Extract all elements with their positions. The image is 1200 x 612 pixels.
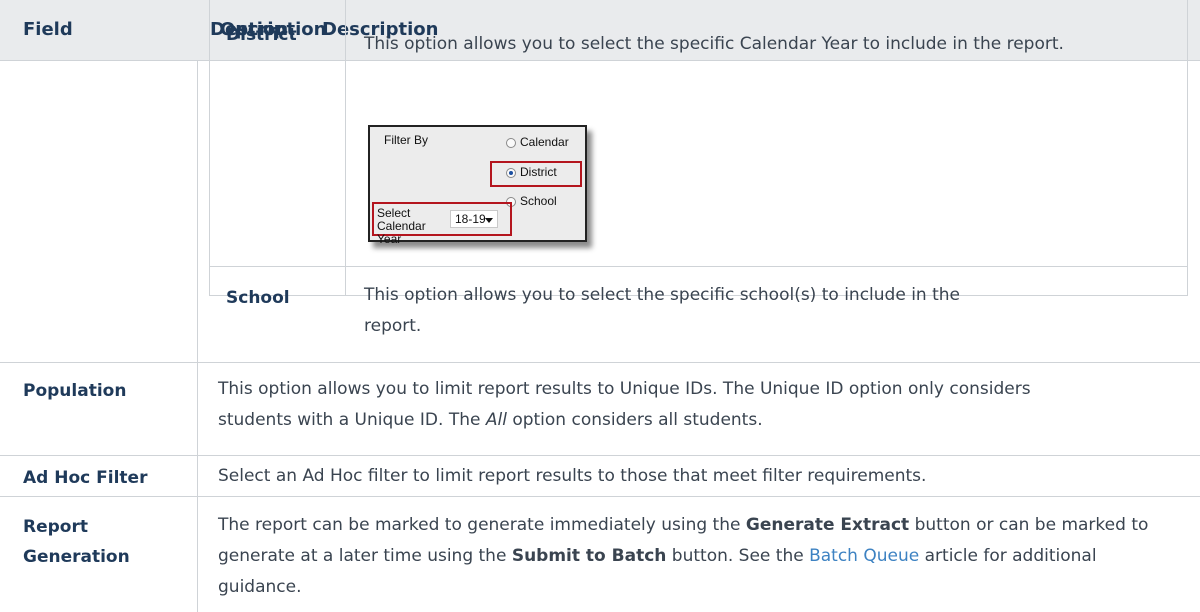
radio-calendar-label: Calendar — [520, 135, 569, 149]
option-description-district: This option allows you to select the spe… — [364, 34, 1064, 54]
batch-queue-link[interactable]: Batch Queue — [809, 546, 919, 566]
option-name-district: District — [226, 25, 297, 45]
description-ad-hoc-filter: Select an Ad Hoc filter to limit report … — [218, 466, 927, 486]
option-description-school: This option allows you to select the spe… — [364, 285, 960, 336]
radio-district[interactable] — [506, 168, 516, 178]
description-population: This option allows you to limit report r… — [218, 379, 1031, 430]
radio-district-label: District — [520, 165, 557, 179]
chevron-down-icon — [485, 218, 493, 223]
submit-to-batch-text: Submit to Batch — [511, 546, 667, 566]
filter-by-screenshot: Filter By Calendar District School Selec… — [368, 125, 587, 246]
radio-school-label: School — [520, 194, 557, 208]
filter-by-label: Filter By — [384, 133, 429, 147]
header-field: Field — [23, 19, 73, 40]
field-report-generation: Report Generation — [23, 517, 130, 567]
field-ad-hoc-filter: Ad Hoc Filter — [23, 468, 148, 488]
calendar-year-select[interactable]: 18-19 — [450, 210, 498, 228]
description-report-generation: The report can be marked to generate imm… — [218, 515, 1149, 597]
nested-table-left-border — [209, 0, 210, 296]
nested-table-column-divider — [345, 0, 346, 296]
option-name-school: School — [226, 288, 290, 308]
calendar-year-value: 18-19 — [455, 212, 486, 226]
column-divider — [197, 60, 198, 612]
nested-table-right-border — [1187, 0, 1188, 296]
field-population: Population — [23, 381, 127, 401]
generate-extract-text: Generate Extract — [745, 515, 910, 535]
radio-calendar[interactable] — [506, 138, 516, 148]
select-calendar-year-label: Select Calendar Year — [377, 206, 426, 246]
all-option-text: All — [485, 410, 507, 430]
